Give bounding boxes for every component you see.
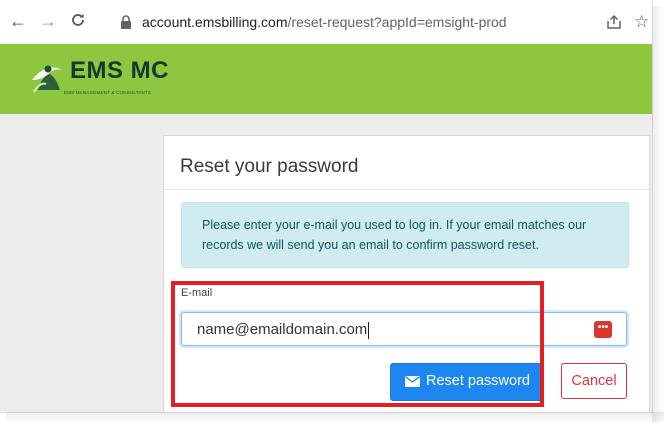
logo-text: EMS MC — [70, 57, 169, 84]
ems-mc-logo[interactable]: EMS MC EMS MANAGEMENT & CONSULTANTS — [28, 52, 188, 106]
reload-icon[interactable] — [66, 9, 90, 33]
browser-toolbar: ← → account.emsbilling.com/reset-request… — [0, 0, 652, 44]
url-host: account.emsbilling.com — [142, 14, 288, 30]
password-manager-icon[interactable]: ••• — [594, 321, 612, 338]
window-shadow-right — [652, 6, 664, 423]
info-message: Please enter your e-mail you used to log… — [202, 218, 587, 252]
url-path: /reset-request?appId=emsight-prod — [287, 14, 507, 30]
info-alert: Please enter your e-mail you used to log… — [181, 202, 629, 268]
address-bar[interactable]: account.emsbilling.com/reset-request?app… — [100, 6, 649, 38]
card-divider — [164, 189, 649, 190]
bookmark-star-icon[interactable]: ☆ — [634, 12, 652, 32]
back-arrow-icon[interactable]: ← — [6, 9, 30, 33]
lock-icon[interactable] — [120, 15, 132, 29]
page-title: Reset your password — [180, 156, 359, 177]
logo-figure-icon — [32, 65, 62, 93]
url-text[interactable]: account.emsbilling.com/reset-request?app… — [142, 14, 507, 30]
browser-window: ← → account.emsbilling.com/reset-request… — [0, 0, 653, 413]
share-icon[interactable] — [605, 13, 623, 31]
site-header: EMS MC EMS MANAGEMENT & CONSULTANTS — [0, 44, 652, 114]
red-highlight-box — [171, 281, 544, 407]
logo-subtitle: EMS MANAGEMENT & CONSULTANTS — [64, 90, 152, 95]
window-shadow-bottom — [6, 412, 664, 423]
cancel-button[interactable]: Cancel — [561, 363, 627, 399]
forward-arrow-icon[interactable]: → — [36, 9, 60, 33]
